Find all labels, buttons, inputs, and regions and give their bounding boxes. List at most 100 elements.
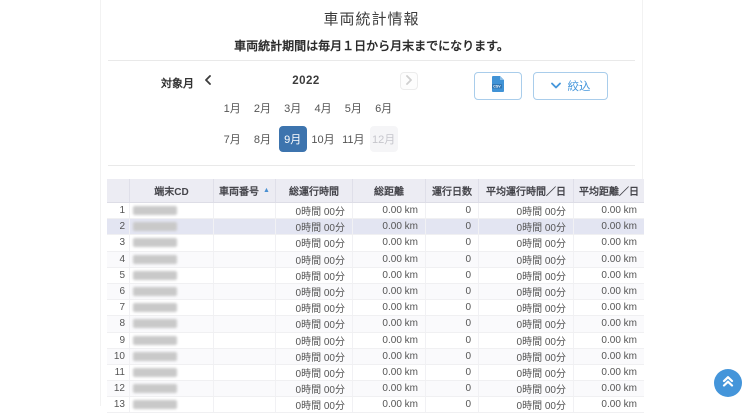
table-row[interactable]: 130時間 00分0.00 km00時間 00分0.00 km bbox=[107, 397, 644, 413]
redacted-terminal-cd bbox=[133, 271, 177, 280]
terminal-cd-cell bbox=[130, 203, 214, 218]
row-number: 3 bbox=[107, 235, 130, 250]
month-cell: 4月 bbox=[308, 92, 338, 123]
table-row[interactable]: 70時間 00分0.00 km00時間 00分0.00 km bbox=[107, 300, 644, 316]
redacted-terminal-cd bbox=[133, 255, 177, 264]
month-button-2月[interactable]: 2月 bbox=[248, 95, 276, 121]
terminal-cd-cell bbox=[130, 300, 214, 315]
table-row[interactable]: 80時間 00分0.00 km00時間 00分0.00 km bbox=[107, 316, 644, 332]
month-button-6月[interactable]: 6月 bbox=[370, 95, 398, 121]
table-row[interactable]: 60時間 00分0.00 km00時間 00分0.00 km bbox=[107, 284, 644, 300]
avg-time-cell: 0時間 00分 bbox=[479, 381, 574, 396]
total-time-cell: 0時間 00分 bbox=[276, 252, 353, 267]
month-button-4月[interactable]: 4月 bbox=[309, 95, 337, 121]
csv-file-icon: CSV bbox=[491, 76, 505, 97]
total-time-cell: 0時間 00分 bbox=[276, 333, 353, 348]
row-number: 6 bbox=[107, 284, 130, 299]
month-button-9月[interactable]: 9月 bbox=[279, 126, 307, 152]
month-cell: 1月 bbox=[217, 92, 247, 123]
table-row[interactable]: 50時間 00分0.00 km00時間 00分0.00 km bbox=[107, 268, 644, 284]
column-header-label: 総運行時間 bbox=[289, 183, 339, 198]
table-row[interactable]: 10時間 00分0.00 km00時間 00分0.00 km bbox=[107, 203, 644, 219]
avg-time-cell: 0時間 00分 bbox=[479, 365, 574, 380]
chevron-left-icon bbox=[204, 72, 212, 90]
table-row[interactable]: 120時間 00分0.00 km00時間 00分0.00 km bbox=[107, 381, 644, 397]
month-button-10月[interactable]: 10月 bbox=[309, 126, 337, 152]
total-time-cell: 0時間 00分 bbox=[276, 284, 353, 299]
avg-time-cell: 0時間 00分 bbox=[479, 316, 574, 331]
redacted-terminal-cd bbox=[133, 384, 177, 393]
column-header-平均運行時間／日[interactable]: 平均運行時間／日 bbox=[479, 179, 574, 202]
terminal-cd-cell bbox=[130, 316, 214, 331]
avg-time-cell: 0時間 00分 bbox=[479, 219, 574, 234]
month-button-3月[interactable]: 3月 bbox=[279, 95, 307, 121]
previous-year-button[interactable] bbox=[199, 72, 217, 90]
row-number: 10 bbox=[107, 349, 130, 364]
column-header-label: 総距離 bbox=[374, 183, 404, 198]
table-row[interactable]: 20時間 00分0.00 km00時間 00分0.00 km bbox=[107, 219, 644, 235]
scroll-to-top-button[interactable] bbox=[714, 369, 742, 397]
vehicle-number-cell bbox=[214, 300, 276, 315]
table-row[interactable]: 110時間 00分0.00 km00時間 00分0.00 km bbox=[107, 365, 644, 381]
chevron-down-icon bbox=[551, 80, 561, 92]
column-header-総運行時間[interactable]: 総運行時間 bbox=[276, 179, 353, 202]
total-time-cell: 0時間 00分 bbox=[276, 300, 353, 315]
month-cell: 10月 bbox=[308, 123, 338, 154]
terminal-cd-cell bbox=[130, 365, 214, 380]
operation-days-cell: 0 bbox=[426, 316, 479, 331]
month-picker: 1月2月3月4月5月6月 7月8月9月10月11月12月 bbox=[217, 92, 399, 154]
table-row[interactable]: 90時間 00分0.00 km00時間 00分0.00 km bbox=[107, 333, 644, 349]
table-row[interactable]: 40時間 00分0.00 km00時間 00分0.00 km bbox=[107, 252, 644, 268]
operation-days-cell: 0 bbox=[426, 365, 479, 380]
column-header-平均距離／日[interactable]: 平均距離／日 bbox=[574, 179, 644, 202]
filter-button-label: 絞込 bbox=[568, 78, 591, 94]
row-number: 7 bbox=[107, 300, 130, 315]
column-header-row-number[interactable] bbox=[107, 179, 130, 202]
sort-ascending-icon: ▲ bbox=[263, 187, 270, 194]
csv-download-button[interactable]: CSV bbox=[474, 72, 522, 100]
vehicle-number-cell bbox=[214, 333, 276, 348]
next-year-button bbox=[400, 72, 418, 90]
vehicle-number-cell bbox=[214, 268, 276, 283]
filter-button[interactable]: 絞込 bbox=[533, 72, 608, 100]
svg-text:CSV: CSV bbox=[493, 84, 501, 88]
table-row[interactable]: 30時間 00分0.00 km00時間 00分0.00 km bbox=[107, 235, 644, 251]
total-distance-cell: 0.00 km bbox=[353, 300, 426, 315]
month-row: 1月2月3月4月5月6月 bbox=[217, 92, 399, 123]
month-button-12月: 12月 bbox=[370, 126, 398, 152]
vehicle-number-cell bbox=[214, 349, 276, 364]
total-distance-cell: 0.00 km bbox=[353, 397, 426, 412]
total-distance-cell: 0.00 km bbox=[353, 349, 426, 364]
chevron-right-icon bbox=[405, 72, 413, 90]
terminal-cd-cell bbox=[130, 381, 214, 396]
table-body: 10時間 00分0.00 km00時間 00分0.00 km20時間 00分0.… bbox=[107, 203, 644, 413]
double-chevron-up-icon bbox=[721, 374, 735, 393]
operation-days-cell: 0 bbox=[426, 203, 479, 218]
column-header-運行日数[interactable]: 運行日数 bbox=[426, 179, 479, 202]
row-number: 1 bbox=[107, 203, 130, 218]
column-header-端末CD[interactable]: 端末CD bbox=[130, 179, 214, 202]
column-header-総距離[interactable]: 総距離 bbox=[353, 179, 426, 202]
month-button-1月[interactable]: 1月 bbox=[218, 95, 246, 121]
avg-distance-cell: 0.00 km bbox=[574, 219, 644, 234]
month-button-11月[interactable]: 11月 bbox=[339, 126, 367, 152]
operation-days-cell: 0 bbox=[426, 284, 479, 299]
month-button-5月[interactable]: 5月 bbox=[339, 95, 367, 121]
total-time-cell: 0時間 00分 bbox=[276, 203, 353, 218]
month-button-7月[interactable]: 7月 bbox=[218, 126, 246, 152]
total-distance-cell: 0.00 km bbox=[353, 252, 426, 267]
row-number: 9 bbox=[107, 333, 130, 348]
filter-section: 対象月 2022 1月2月3月4月5月6月7月8月9月10月11月12月 CSV bbox=[101, 60, 642, 165]
total-time-cell: 0時間 00分 bbox=[276, 268, 353, 283]
month-cell: 11月 bbox=[338, 123, 368, 154]
terminal-cd-cell bbox=[130, 397, 214, 412]
table-row[interactable]: 100時間 00分0.00 km00時間 00分0.00 km bbox=[107, 349, 644, 365]
redacted-terminal-cd bbox=[133, 206, 177, 215]
total-distance-cell: 0.00 km bbox=[353, 235, 426, 250]
vehicle-number-cell bbox=[214, 381, 276, 396]
column-header-車両番号[interactable]: 車両番号▲ bbox=[214, 179, 276, 202]
avg-distance-cell: 0.00 km bbox=[574, 316, 644, 331]
month-button-8月[interactable]: 8月 bbox=[248, 126, 276, 152]
total-distance-cell: 0.00 km bbox=[353, 268, 426, 283]
total-time-cell: 0時間 00分 bbox=[276, 219, 353, 234]
